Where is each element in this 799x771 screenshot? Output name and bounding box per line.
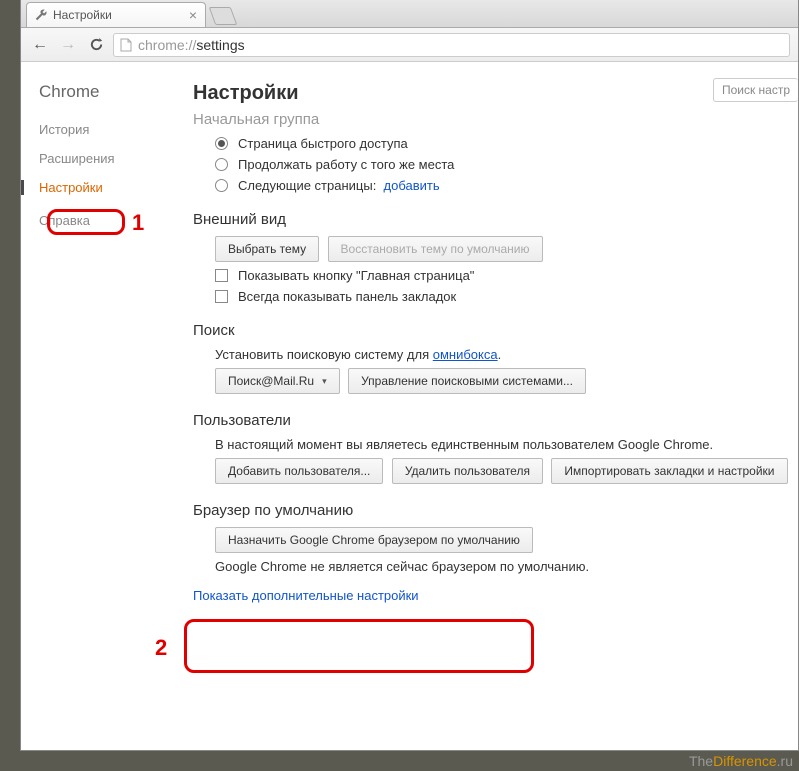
choose-theme-button[interactable]: Выбрать тему — [215, 236, 319, 262]
new-tab-button[interactable] — [209, 7, 238, 25]
omnibox-link[interactable]: омнибокса — [433, 347, 498, 362]
checkbox-icon — [215, 290, 228, 303]
search-engine-select[interactable]: Поиск@Mail.Ru — [215, 368, 340, 394]
set-default-browser-button[interactable]: Назначить Google Chrome браузером по умо… — [215, 527, 533, 553]
tab-settings[interactable]: Настройки × — [26, 2, 206, 27]
toolbar: ← → chrome://settings — [21, 28, 798, 62]
tab-title: Настройки — [53, 8, 112, 22]
brand-title: Chrome — [39, 82, 171, 102]
settings-search-input[interactable]: Поиск настр — [713, 78, 798, 102]
tab-bar: Настройки × — [21, 0, 798, 28]
import-bookmarks-button[interactable]: Импортировать закладки и настройки — [551, 458, 787, 484]
show-home-checkbox[interactable]: Показывать кнопку "Главная страница" — [215, 268, 798, 283]
startup-opt-continue[interactable]: Продолжать работу с того же места — [215, 157, 798, 172]
search-desc: Установить поисковую систему для омнибок… — [215, 347, 798, 362]
sidebar-item-settings[interactable]: Настройки — [21, 180, 171, 195]
page-title: Настройки — [193, 82, 798, 105]
page-icon — [120, 38, 132, 52]
wrench-icon — [35, 9, 47, 21]
content-area: Chrome История Расширения Настройки Спра… — [21, 62, 798, 750]
radio-icon — [215, 179, 228, 192]
sidebar-item-history[interactable]: История — [39, 122, 171, 137]
reload-icon — [89, 37, 104, 52]
url-path: settings — [196, 37, 244, 53]
default-browser-status: Google Chrome не является сейчас браузер… — [215, 559, 798, 574]
section-default-browser-title: Браузер по умолчанию — [193, 502, 798, 519]
sidebar: Chrome История Расширения Настройки Спра… — [21, 62, 171, 750]
browser-window: Настройки × ← → chrome://settings Chrome… — [20, 0, 799, 751]
close-icon[interactable]: × — [189, 7, 197, 23]
section-search-title: Поиск — [193, 322, 798, 339]
sidebar-item-extensions[interactable]: Расширения — [39, 151, 171, 166]
section-startup-title: Начальная группа — [193, 111, 798, 128]
watermark: TheDifference.ru — [689, 753, 793, 769]
reload-button[interactable] — [85, 34, 107, 56]
sidebar-item-help[interactable]: Справка — [39, 213, 171, 228]
section-appearance-title: Внешний вид — [193, 211, 798, 228]
reset-theme-button: Восстановить тему по умолчанию — [328, 236, 543, 262]
users-desc: В настоящий момент вы являетесь единстве… — [215, 437, 798, 452]
startup-opt-pages[interactable]: Следующие страницы: добавить — [215, 178, 798, 193]
show-bookmarks-checkbox[interactable]: Всегда показывать панель закладок — [215, 289, 798, 304]
main-panel: Поиск настр Настройки Начальная группа С… — [171, 62, 798, 750]
delete-user-button[interactable]: Удалить пользователя — [392, 458, 543, 484]
add-pages-link[interactable]: добавить — [384, 178, 440, 193]
manage-search-engines-button[interactable]: Управление поисковыми системами... — [348, 368, 586, 394]
show-advanced-link[interactable]: Показать дополнительные настройки — [193, 588, 419, 603]
add-user-button[interactable]: Добавить пользователя... — [215, 458, 383, 484]
startup-opt-newtab[interactable]: Страница быстрого доступа — [215, 136, 798, 151]
url-prefix: chrome:// — [138, 37, 196, 53]
back-button[interactable]: ← — [29, 34, 51, 56]
forward-button[interactable]: → — [57, 34, 79, 56]
radio-icon — [215, 158, 228, 171]
section-users-title: Пользователи — [193, 412, 798, 429]
radio-icon — [215, 137, 228, 150]
checkbox-icon — [215, 269, 228, 282]
address-bar[interactable]: chrome://settings — [113, 33, 790, 57]
